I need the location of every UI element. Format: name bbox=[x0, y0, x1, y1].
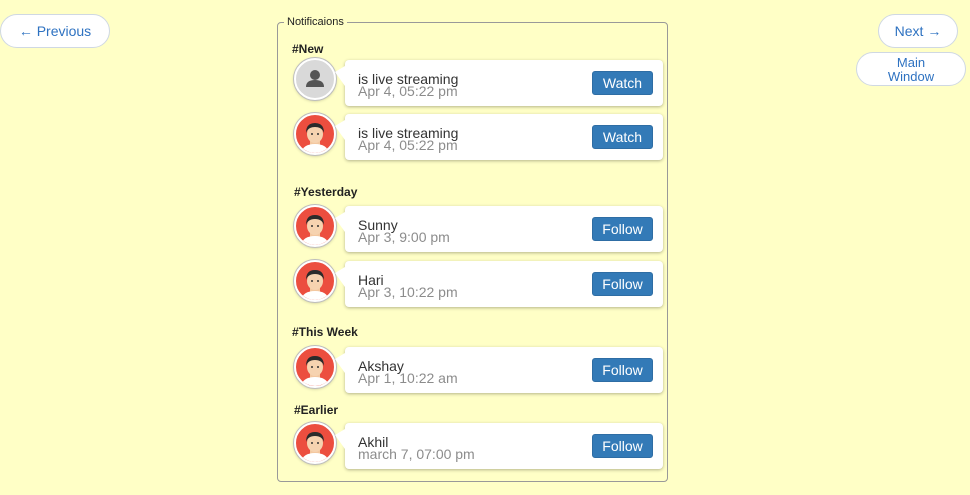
section-label-this-week: #This Week bbox=[292, 325, 358, 339]
follow-button[interactable]: Follow bbox=[592, 358, 653, 382]
boy-avatar-icon bbox=[294, 346, 336, 388]
panel-legend: Notificaions bbox=[284, 15, 347, 29]
notification-card: is live streaming Apr 4, 05:22 pm Watch bbox=[335, 114, 663, 160]
notification-time: Apr 4, 05:22 pm bbox=[358, 137, 458, 153]
watch-button[interactable]: Watch bbox=[592, 125, 653, 149]
follow-button[interactable]: Follow bbox=[592, 272, 653, 296]
section-label-yesterday: #Yesterday bbox=[294, 185, 358, 199]
notification-card: is live streaming Apr 4, 05:22 pm Watch bbox=[335, 60, 663, 106]
notification-time: Apr 3, 9:00 pm bbox=[358, 229, 450, 245]
notification-card: Hari Apr 3, 10:22 pm Follow bbox=[335, 261, 663, 307]
boy-avatar-icon bbox=[294, 422, 336, 464]
default-user-icon bbox=[294, 58, 336, 100]
main-window-label-line1: Main bbox=[896, 55, 926, 70]
watch-button[interactable]: Watch bbox=[592, 71, 653, 95]
main-window-label-line2: Window bbox=[887, 69, 935, 84]
notification-card: Akhil march 7, 07:00 pm Follow bbox=[335, 423, 663, 469]
notification-time: Apr 4, 05:22 pm bbox=[358, 83, 458, 99]
follow-button[interactable]: Follow bbox=[592, 217, 653, 241]
notification-time: march 7, 07:00 pm bbox=[358, 446, 475, 462]
notification-time: Apr 1, 10:22 am bbox=[358, 370, 458, 386]
previous-button[interactable]: ← Previous bbox=[0, 14, 110, 48]
notification-card: Sunny Apr 3, 9:00 pm Follow bbox=[335, 206, 663, 252]
notifications-panel: Notificaions #New is live streaming Apr … bbox=[277, 15, 668, 482]
main-window-button[interactable]: Main Window bbox=[856, 52, 966, 86]
boy-avatar-icon bbox=[294, 205, 336, 247]
boy-avatar-icon bbox=[294, 113, 336, 155]
boy-avatar-icon bbox=[294, 260, 336, 302]
next-button[interactable]: Next → bbox=[878, 14, 958, 48]
follow-button[interactable]: Follow bbox=[592, 434, 653, 458]
section-label-new: #New bbox=[292, 42, 324, 56]
notification-time: Apr 3, 10:22 pm bbox=[358, 284, 458, 300]
notification-card: Akshay Apr 1, 10:22 am Follow bbox=[335, 347, 663, 393]
section-label-earlier: #Earlier bbox=[294, 403, 339, 417]
